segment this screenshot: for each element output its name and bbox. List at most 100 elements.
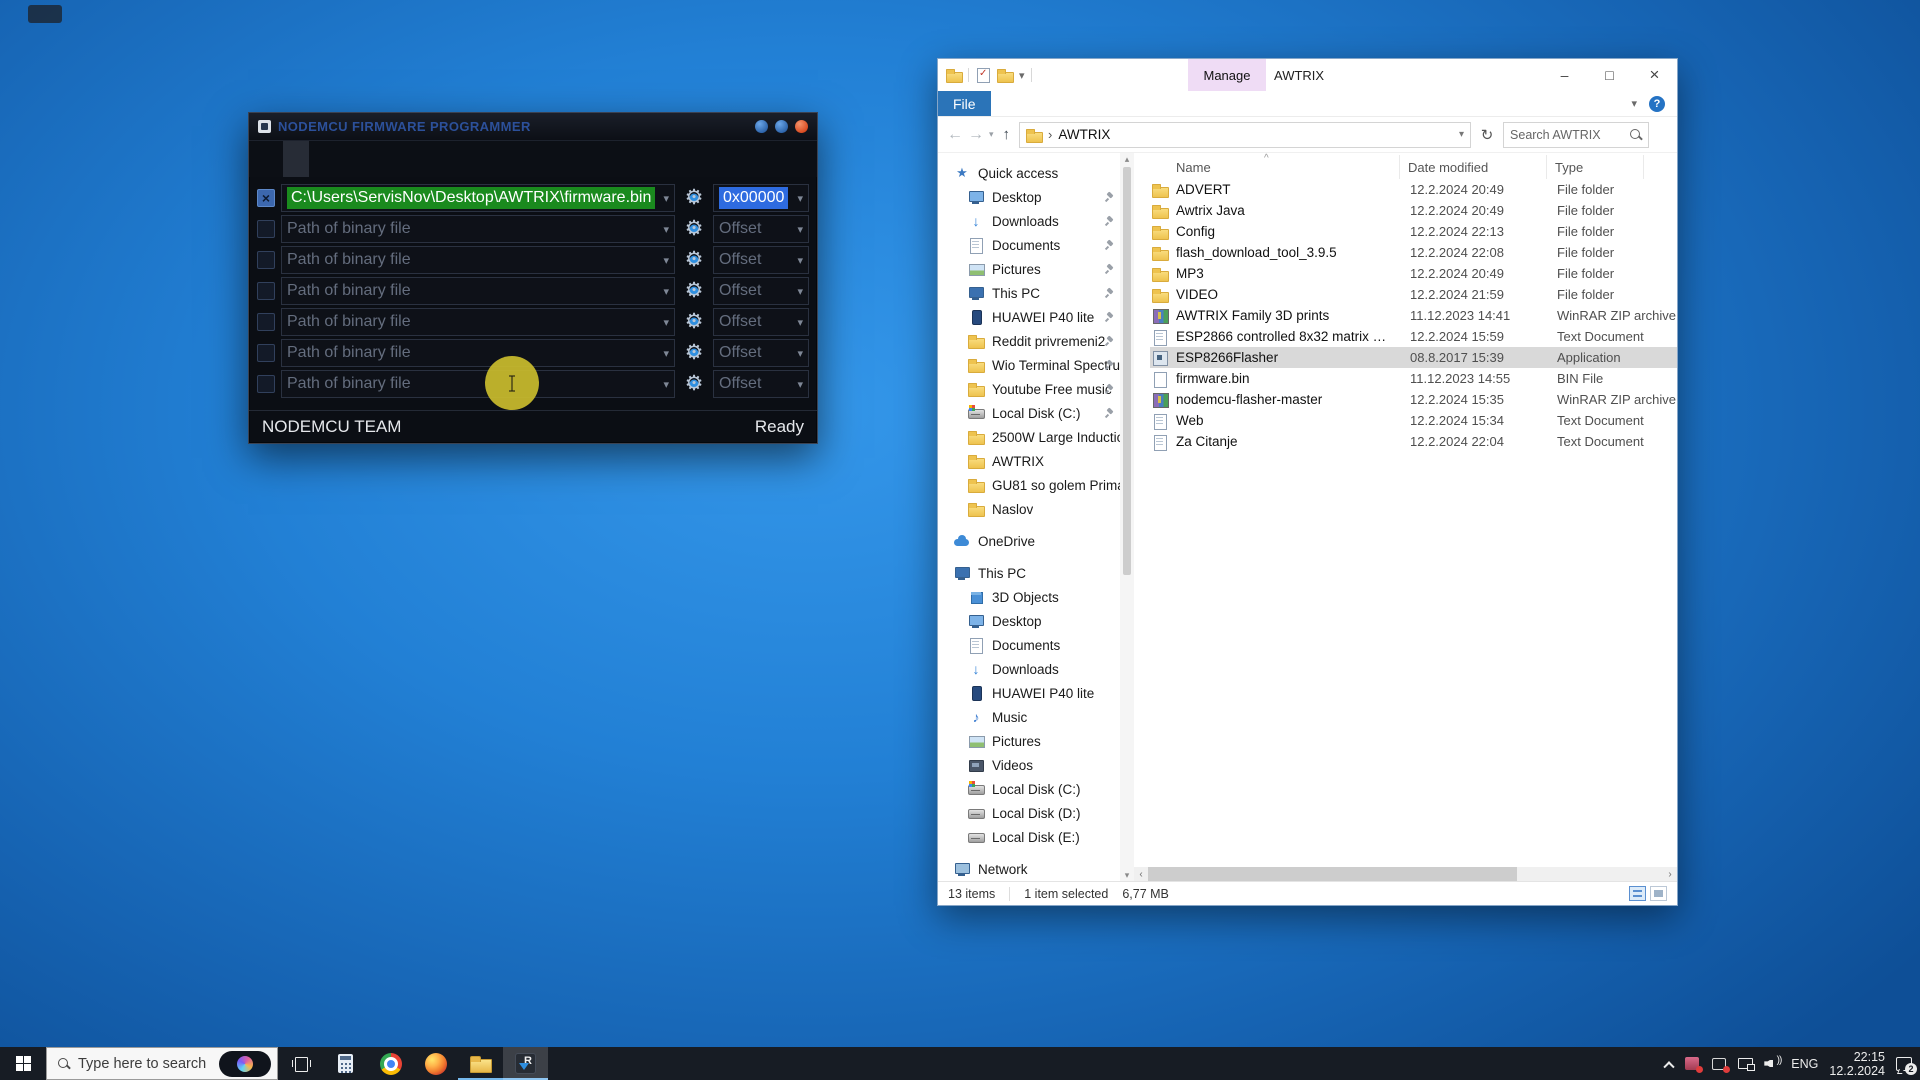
sidebar-item[interactable]: OneDrive — [938, 529, 1120, 553]
file-row[interactable]: MP3 12.2.2024 20:49 File folder — [1150, 263, 1677, 284]
taskbar-firefox-icon[interactable] — [413, 1047, 458, 1080]
scroll-right-icon[interactable]: › — [1663, 869, 1677, 880]
offset-combobox[interactable]: Offset ▾ — [713, 277, 809, 305]
file-row[interactable]: ESP2866 controlled 8x32 matrix WS2812 L.… — [1150, 326, 1677, 347]
sidebar-item[interactable]: Naslov — [938, 497, 1120, 521]
enable-checkbox[interactable]: × — [257, 344, 275, 362]
binary-path-combobox[interactable]: Path of binary file ▾ — [281, 308, 675, 336]
enable-checkbox[interactable]: × — [257, 220, 275, 238]
binary-path-combobox[interactable]: Path of binary file ▾ — [281, 339, 675, 367]
sidebar-item[interactable]: AWTRIX — [938, 449, 1120, 473]
folder-icon[interactable] — [946, 67, 962, 83]
sidebar-item[interactable]: 2500W Large Induction H — [938, 425, 1120, 449]
flasher-maximize-button[interactable] — [775, 120, 788, 133]
binary-path-combobox[interactable]: C:\Users\ServisNov\Desktop\AWTRIX\firmwa… — [281, 184, 675, 212]
file-row[interactable]: nodemcu-flasher-master 12.2.2024 15:35 W… — [1150, 389, 1677, 410]
tab-file[interactable]: File — [938, 91, 991, 116]
offset-combobox[interactable]: Offset ▾ — [713, 215, 809, 243]
binary-path-combobox[interactable]: Path of binary file ▾ — [281, 277, 675, 305]
sidebar-item[interactable]: HUAWEI P40 lite — [938, 681, 1120, 705]
taskbar-chrome-icon[interactable] — [368, 1047, 413, 1080]
gear-icon[interactable]: ⚙ — [681, 216, 707, 242]
sidebar-item[interactable]: Reddit privremeni2 — [938, 329, 1120, 353]
recent-locations-icon[interactable]: ▾ — [989, 129, 994, 140]
scrollbar-thumb[interactable] — [1148, 867, 1517, 881]
enable-checkbox[interactable]: × — [257, 375, 275, 393]
breadcrumb[interactable]: AWTRIX — [1058, 127, 1110, 142]
forward-button[interactable]: → — [968, 126, 984, 144]
offset-combobox[interactable]: Offset ▾ — [713, 339, 809, 367]
horizontal-scrollbar[interactable]: ‹ › — [1134, 867, 1677, 881]
file-row[interactable]: AWTRIX Family 3D prints 11.12.2023 14:41… — [1150, 305, 1677, 326]
sidebar-item[interactable]: Videos — [938, 753, 1120, 777]
up-button[interactable]: ↑ — [1003, 126, 1011, 143]
details-view-button[interactable] — [1629, 886, 1646, 901]
binary-path-combobox[interactable]: Path of binary file ▾ — [281, 370, 675, 398]
taskbar-search-input[interactable] — [78, 1056, 211, 1072]
sidebar-item[interactable]: Documents — [938, 633, 1120, 657]
new-folder-icon[interactable] — [997, 67, 1013, 83]
sidebar-item[interactable]: Desktop — [938, 609, 1120, 633]
ribbon-tab[interactable] — [1019, 91, 1047, 116]
ribbon-tab[interactable] — [1047, 91, 1075, 116]
offset-combobox[interactable]: Offset ▾ — [713, 308, 809, 336]
flasher-tab[interactable] — [335, 141, 361, 177]
chevron-down-icon[interactable]: ▾ — [659, 223, 669, 236]
chevron-down-icon[interactable]: ▾ — [793, 316, 803, 329]
flasher-minimize-button[interactable] — [755, 120, 768, 133]
gear-icon[interactable]: ⚙ — [681, 278, 707, 304]
back-button[interactable]: ← — [947, 126, 963, 144]
tray-app2-icon[interactable] — [1711, 1057, 1727, 1071]
chevron-down-icon[interactable]: ▾ — [659, 347, 669, 360]
flasher-tab[interactable] — [361, 141, 387, 177]
clock[interactable]: 22:15 12.2.2024 — [1829, 1050, 1885, 1078]
sidebar-item[interactable]: Desktop — [938, 185, 1120, 209]
search-box[interactable] — [1503, 122, 1649, 148]
file-row[interactable]: ESP8266Flasher 08.8.2017 15:39 Applicati… — [1150, 347, 1677, 368]
ribbon-collapse-icon[interactable]: ▾ — [1631, 97, 1637, 110]
offset-combobox[interactable]: Offset ▾ — [713, 370, 809, 398]
sidebar-item[interactable]: Youtube Free music — [938, 377, 1120, 401]
gear-icon[interactable]: ⚙ — [681, 309, 707, 335]
qat-dropdown-icon[interactable]: ▾ — [1019, 69, 1025, 82]
refresh-button[interactable]: ↻ — [1476, 122, 1498, 148]
sidebar-item[interactable]: This PC — [938, 281, 1120, 305]
sidebar-item[interactable]: Local Disk (E:) — [938, 825, 1120, 849]
column-header-name[interactable]: Name — [1150, 155, 1400, 179]
chevron-down-icon[interactable]: ▾ — [793, 285, 803, 298]
column-header-date[interactable]: Date modified — [1400, 155, 1547, 179]
chevron-down-icon[interactable]: ▾ — [793, 378, 803, 391]
sidebar-item[interactable]: GU81 so golem Primar — [938, 473, 1120, 497]
flasher-tab[interactable] — [309, 141, 335, 177]
taskbar-search-box[interactable] — [46, 1047, 278, 1080]
sidebar-item[interactable]: Quick access — [938, 161, 1120, 185]
network-icon[interactable] — [1738, 1058, 1753, 1069]
volume-icon[interactable] — [1764, 1057, 1780, 1070]
maximize-button[interactable]: □ — [1587, 59, 1632, 91]
chevron-down-icon[interactable]: ▾ — [659, 254, 669, 267]
chevron-down-icon[interactable]: ▾ — [793, 347, 803, 360]
chevron-down-icon[interactable]: ▾ — [793, 192, 803, 205]
binary-path-combobox[interactable]: Path of binary file ▾ — [281, 215, 675, 243]
gear-icon[interactable]: ⚙ — [681, 371, 707, 397]
offset-combobox[interactable]: Offset ▾ — [713, 246, 809, 274]
offset-combobox[interactable]: 0x00000 ▾ — [713, 184, 809, 212]
help-button[interactable]: ? — [1649, 96, 1665, 112]
gear-icon[interactable]: ⚙ — [681, 340, 707, 366]
chevron-down-icon[interactable]: ▾ — [659, 285, 669, 298]
file-row[interactable]: Za Citanje 12.2.2024 22:04 Text Document — [1150, 431, 1677, 452]
sidebar-item[interactable]: Network — [938, 857, 1120, 881]
copilot-button[interactable] — [219, 1051, 271, 1077]
sidebar-item[interactable]: Documents — [938, 233, 1120, 257]
enable-checkbox[interactable]: × — [257, 282, 275, 300]
sidebar-item[interactable]: Wio Terminal Spectrur — [938, 353, 1120, 377]
scroll-left-icon[interactable]: ‹ — [1134, 869, 1148, 880]
binary-path-combobox[interactable]: Path of binary file ▾ — [281, 246, 675, 274]
gear-icon[interactable]: ⚙ — [681, 185, 707, 211]
file-row[interactable]: Web 12.2.2024 15:34 Text Document — [1150, 410, 1677, 431]
chevron-down-icon[interactable]: ▾ — [659, 378, 669, 391]
flasher-titlebar[interactable]: NODEMCU FIRMWARE PROGRAMMER — [249, 113, 817, 140]
enable-checkbox[interactable]: × — [257, 189, 275, 207]
tray-expand-icon[interactable] — [1664, 1061, 1675, 1072]
address-bar[interactable]: › AWTRIX ▾ — [1019, 122, 1471, 148]
